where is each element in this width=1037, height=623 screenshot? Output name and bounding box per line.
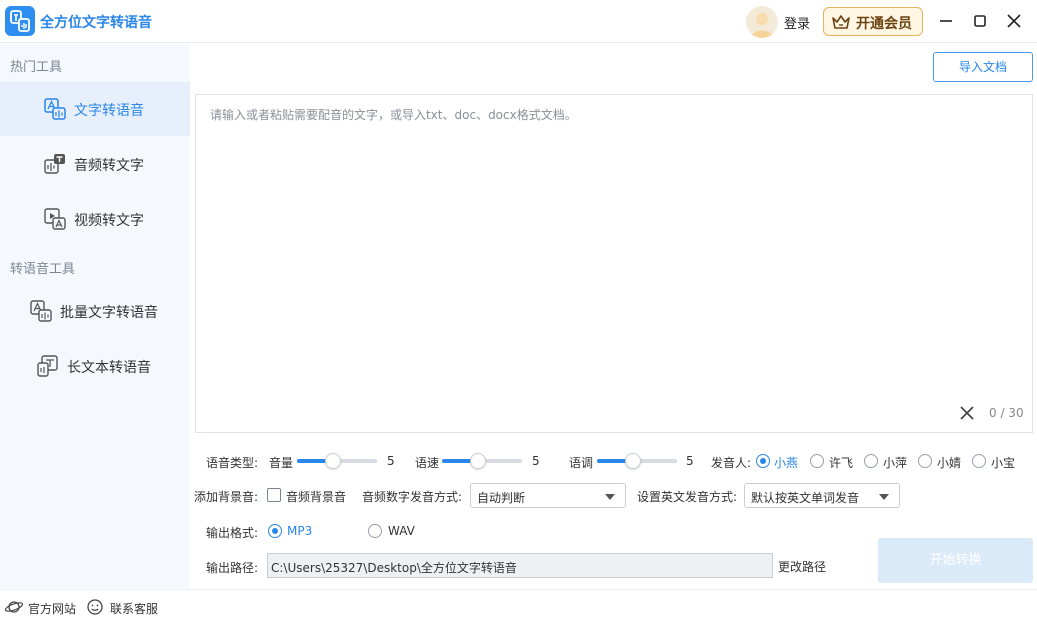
sidebar-item-text-to-speech[interactable]: 文字转语音 (0, 82, 190, 136)
text-input-area[interactable]: 请输入或者粘贴需要配音的文字，或导入txt、doc、docx格式文档。 0 / … (195, 94, 1033, 433)
speaker-name[interactable]: 许飞 (829, 454, 853, 471)
speaker-radio-xiaoyan[interactable] (756, 454, 770, 468)
number-mode-label: 音频数字发音方式: (362, 490, 463, 504)
sidebar-item-batch-text-to-speech[interactable]: 批量文字转语音 (0, 284, 190, 338)
sidebar: 热门工具 文字转语音 音频转文字 视频转文字 转语音工具 批量文字转语音 长文本… (0, 44, 190, 589)
speaker-name[interactable]: 小婧 (937, 454, 961, 471)
pitch-slider[interactable] (597, 453, 677, 469)
speed-slider-handle[interactable] (470, 453, 486, 469)
minimize-button[interactable] (936, 11, 956, 31)
sidebar-item-video-to-text[interactable]: 视频转文字 (0, 192, 190, 246)
number-mode-value: 自动判断 (477, 491, 526, 505)
volume-value: 5 (387, 454, 395, 468)
maximize-button[interactable] (970, 11, 990, 31)
english-mode-label: 设置英文发音方式: (637, 490, 738, 504)
format-name[interactable]: MP3 (287, 524, 312, 538)
output-path-label: 输出路径: (206, 561, 259, 575)
pitch-value: 5 (686, 454, 694, 468)
login-link[interactable]: 登录 (784, 13, 810, 32)
sidebar-item-label: 批量文字转语音 (60, 305, 158, 321)
sidebar-section-tts-tools: 转语音工具 (10, 262, 76, 277)
official-website-label: 官方网站 (28, 602, 77, 616)
volume-slider-handle[interactable] (325, 453, 341, 469)
number-mode-select[interactable]: 自动判断 (470, 483, 626, 508)
output-path-input[interactable]: C:\Users\25327\Desktop\全方位文字转语音 (267, 553, 773, 578)
sidebar-item-long-text-to-speech[interactable]: 长文本转语音 (0, 339, 190, 393)
sidebar-item-label: 音频转文字 (74, 158, 144, 174)
vip-button[interactable]: 开通会员 (823, 7, 923, 36)
contact-support-label: 联系客服 (110, 602, 159, 616)
sidebar-item-audio-to-text[interactable]: 音频转文字 (0, 137, 190, 191)
sidebar-item-label: 文字转语音 (74, 103, 144, 119)
pitch-label: 语调 (569, 456, 594, 470)
video-to-text-icon (44, 208, 66, 230)
english-mode-value: 默认按英文单词发音 (751, 491, 860, 505)
background-audio-checkbox[interactable] (267, 488, 281, 502)
long-text-to-speech-icon (37, 355, 58, 377)
volume-slider[interactable] (297, 453, 377, 469)
output-format-label: 输出格式: (206, 526, 259, 540)
speaker-name[interactable]: 小燕 (774, 454, 798, 471)
start-convert-button[interactable]: 开始转换 (878, 538, 1033, 583)
english-mode-select[interactable]: 默认按英文单词发音 (744, 483, 900, 508)
smile-icon (87, 599, 103, 615)
crown-icon (832, 15, 850, 29)
contact-support-link[interactable]: 联系客服 (86, 598, 166, 616)
speed-slider[interactable] (442, 453, 522, 469)
sidebar-section-hot-tools: 热门工具 (10, 60, 63, 75)
sidebar-item-label: 视频转文字 (74, 213, 144, 229)
speaker-radio-xiaobao[interactable] (972, 454, 986, 468)
official-website-link[interactable]: 官方网站 (4, 598, 84, 616)
batch-text-to-speech-icon (30, 300, 52, 322)
app-title: 全方位文字转语音 (40, 15, 152, 31)
background-audio-checkbox-label[interactable]: 音频背景音 (286, 488, 346, 505)
speaker-radio-xiaoping[interactable] (864, 454, 878, 468)
user-avatar[interactable] (746, 6, 778, 38)
format-radio-mp3[interactable] (268, 524, 282, 538)
text-to-speech-icon (44, 98, 66, 120)
clear-text-icon[interactable] (959, 405, 975, 421)
chevron-down-icon (605, 494, 615, 500)
speaker-radio-xiaojing[interactable] (918, 454, 932, 468)
sidebar-item-label: 长文本转语音 (67, 360, 151, 376)
character-counter: 0 / 30 (989, 406, 1024, 420)
format-radio-wav[interactable] (368, 524, 382, 538)
close-button[interactable] (1004, 11, 1024, 31)
voice-type-label: 语音类型: (206, 456, 259, 470)
title-bar: 全方位文字转语音 登录 开通会员 (0, 0, 1037, 43)
app-logo-icon (5, 6, 35, 36)
volume-label: 音量 (269, 456, 294, 470)
speaker-radio-xufei[interactable] (810, 454, 824, 468)
output-path-value: C:\Users\25327\Desktop\全方位文字转语音 (271, 561, 517, 575)
change-path-link[interactable]: 更改路径 (778, 558, 826, 575)
background-audio-label: 添加背景音: (194, 490, 259, 504)
speed-label: 语速 (415, 456, 440, 470)
footer: 官方网站 联系客服 (0, 589, 1037, 623)
chevron-down-icon (879, 494, 889, 500)
import-document-button[interactable]: 导入文档 (933, 52, 1033, 82)
planet-icon (4, 601, 24, 613)
speaker-label: 发音人: (711, 456, 752, 470)
vip-label: 开通会员 (856, 16, 912, 32)
text-input-placeholder: 请输入或者粘贴需要配音的文字，或导入txt、doc、docx格式文档。 (210, 108, 577, 122)
speaker-name[interactable]: 小萍 (883, 454, 907, 471)
audio-to-text-icon (44, 154, 65, 174)
speed-value: 5 (532, 454, 540, 468)
speaker-name[interactable]: 小宝 (991, 454, 1015, 471)
format-name[interactable]: WAV (388, 524, 415, 538)
pitch-slider-handle[interactable] (625, 453, 641, 469)
